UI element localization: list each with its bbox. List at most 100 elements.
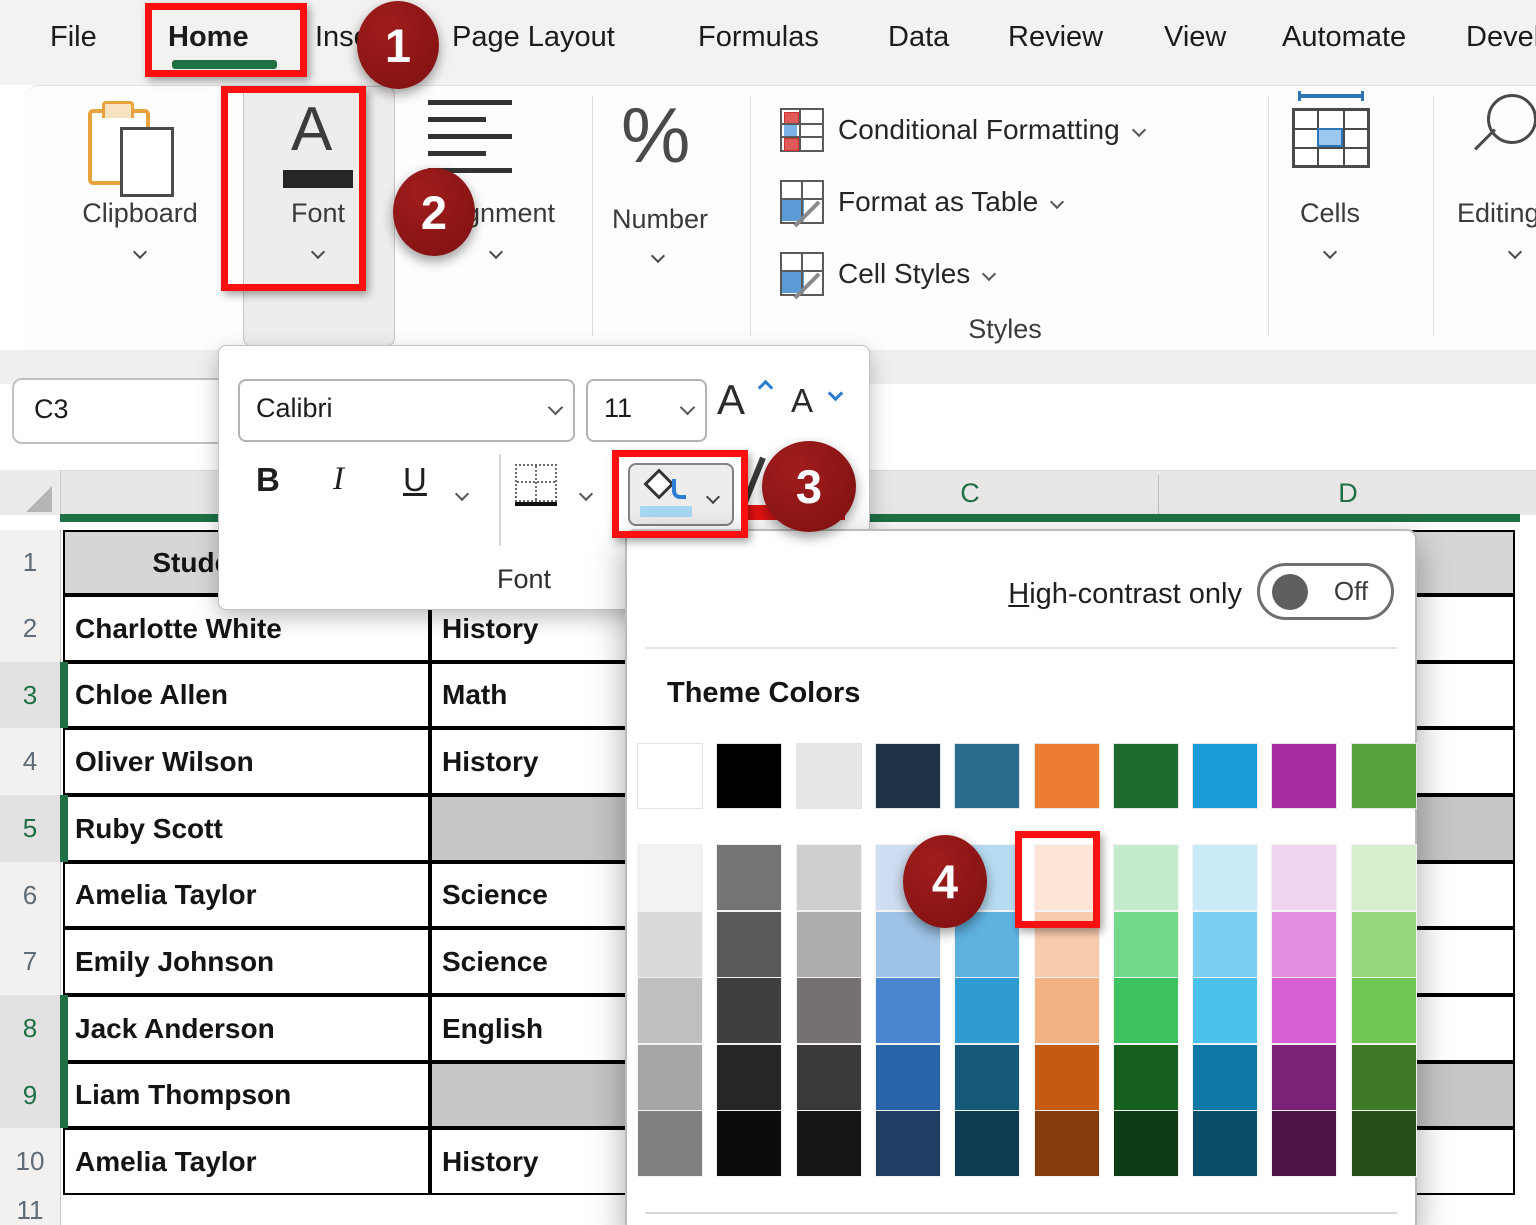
alignment-group-chevron[interactable] — [491, 244, 501, 262]
color-variant-swatch-r5-c3[interactable] — [797, 1111, 861, 1176]
color-variant-swatch-r4-c4[interactable] — [876, 1045, 940, 1110]
color-variant-swatch-r4-c3[interactable] — [797, 1045, 861, 1110]
tab-page-layout[interactable]: Page Layout — [452, 0, 615, 75]
color-variant-swatch-r4-c10[interactable] — [1352, 1045, 1416, 1110]
color-variant-swatch-r1-c3[interactable] — [797, 845, 861, 910]
borders-chevron[interactable] — [581, 486, 591, 504]
underline-button[interactable]: U — [403, 461, 427, 499]
cell-name-4[interactable]: Oliver Wilson — [63, 728, 430, 795]
tab-developer[interactable]: Developer — [1466, 0, 1536, 75]
color-variant-swatch-r4-c9[interactable] — [1272, 1045, 1336, 1110]
theme-color-swatch-1[interactable] — [638, 744, 702, 808]
cell-name-3[interactable]: Chloe Allen — [63, 662, 430, 728]
color-variant-swatch-r3-c1[interactable] — [638, 978, 702, 1043]
row-header-1[interactable]: 1 — [0, 530, 61, 596]
theme-color-swatch-10[interactable] — [1352, 744, 1416, 808]
theme-color-swatch-8[interactable] — [1193, 744, 1257, 808]
color-variant-swatch-r5-c8[interactable] — [1193, 1111, 1257, 1176]
color-variant-swatch-r3-c9[interactable] — [1272, 978, 1336, 1043]
clipboard-group-chevron[interactable] — [135, 244, 145, 262]
tab-data[interactable]: Data — [888, 0, 949, 75]
cells-group-chevron[interactable] — [1325, 244, 1335, 262]
color-variant-swatch-r1-c1[interactable] — [638, 845, 702, 910]
color-variant-swatch-r4-c7[interactable] — [1114, 1045, 1178, 1110]
theme-color-swatch-7[interactable] — [1114, 744, 1178, 808]
theme-color-swatch-4[interactable] — [876, 744, 940, 808]
color-variant-swatch-r3-c4[interactable] — [876, 978, 940, 1043]
tab-view[interactable]: View — [1164, 0, 1226, 75]
row-header-11[interactable]: 11 — [0, 1195, 61, 1225]
styles-item-conditional-formatting[interactable]: Conditional Formatting — [780, 104, 1144, 156]
high-contrast-toggle[interactable]: Off — [1257, 563, 1394, 620]
row-header-2[interactable]: 2 — [0, 595, 61, 663]
color-variant-swatch-r2-c1[interactable] — [638, 912, 702, 977]
cell-name-5[interactable]: Ruby Scott — [63, 795, 430, 862]
color-variant-swatch-r2-c9[interactable] — [1272, 912, 1336, 977]
row-header-8[interactable]: 8 — [0, 995, 61, 1063]
editing-group-chevron[interactable] — [1510, 244, 1520, 262]
tab-formulas[interactable]: Formulas — [698, 0, 819, 75]
color-variant-swatch-r1-c2[interactable] — [717, 845, 781, 910]
number-group-chevron[interactable] — [653, 248, 663, 266]
color-variant-swatch-r5-c9[interactable] — [1272, 1111, 1336, 1176]
color-variant-swatch-r4-c8[interactable] — [1193, 1045, 1257, 1110]
color-variant-swatch-r5-c4[interactable] — [876, 1111, 940, 1176]
color-variant-swatch-r3-c10[interactable] — [1352, 978, 1416, 1043]
name-box[interactable]: C3 — [12, 378, 231, 444]
color-variant-swatch-r3-c7[interactable] — [1114, 978, 1178, 1043]
theme-color-swatch-6[interactable] — [1035, 744, 1099, 808]
row-header-4[interactable]: 4 — [0, 728, 61, 796]
underline-options-chevron[interactable] — [457, 486, 467, 504]
color-variant-swatch-r2-c8[interactable] — [1193, 912, 1257, 977]
column-header-d[interactable]: D — [1288, 471, 1408, 515]
cell-name-7[interactable]: Emily Johnson — [63, 928, 430, 995]
row-header-6[interactable]: 6 — [0, 862, 61, 929]
color-variant-swatch-r1-c7[interactable] — [1114, 845, 1178, 910]
color-variant-swatch-r2-c10[interactable] — [1352, 912, 1416, 977]
cell-name-6[interactable]: Amelia Taylor — [63, 862, 430, 928]
row-header-5[interactable]: 5 — [0, 795, 61, 863]
tab-review[interactable]: Review — [1008, 0, 1103, 75]
theme-color-swatch-9[interactable] — [1272, 744, 1336, 808]
theme-color-swatch-2[interactable] — [717, 744, 781, 808]
color-variant-swatch-r5-c1[interactable] — [638, 1111, 702, 1176]
color-variant-swatch-r3-c2[interactable] — [717, 978, 781, 1043]
italic-button[interactable]: I — [333, 461, 344, 498]
theme-color-swatch-5[interactable] — [955, 744, 1019, 808]
color-variant-swatch-r4-c5[interactable] — [955, 1045, 1019, 1110]
borders-button[interactable] — [515, 464, 561, 510]
styles-item-cell-styles[interactable]: Cell Styles — [780, 248, 994, 300]
color-variant-swatch-r1-c10[interactable] — [1352, 845, 1416, 910]
row-header-3[interactable]: 3 — [0, 662, 61, 729]
styles-item-format-as-table[interactable]: Format as Table — [780, 176, 1062, 228]
color-variant-swatch-r4-c6[interactable] — [1035, 1045, 1099, 1110]
color-variant-swatch-r3-c3[interactable] — [797, 978, 861, 1043]
color-variant-swatch-r5-c10[interactable] — [1352, 1111, 1416, 1176]
column-header-c[interactable]: C — [910, 471, 1030, 515]
color-variant-swatch-r3-c8[interactable] — [1193, 978, 1257, 1043]
decrease-font-size-button[interactable]: A — [791, 382, 847, 438]
font-size-combobox[interactable]: 11 — [586, 379, 707, 442]
theme-color-swatch-3[interactable] — [797, 744, 861, 808]
color-variant-swatch-r3-c5[interactable] — [955, 978, 1019, 1043]
cell-name-9[interactable]: Liam Thompson — [63, 1062, 430, 1128]
color-variant-swatch-r2-c7[interactable] — [1114, 912, 1178, 977]
color-variant-swatch-r4-c2[interactable] — [717, 1045, 781, 1110]
color-variant-swatch-r5-c6[interactable] — [1035, 1111, 1099, 1176]
color-variant-swatch-r5-c2[interactable] — [717, 1111, 781, 1176]
row-header-10[interactable]: 10 — [0, 1128, 61, 1196]
tab-automate[interactable]: Automate — [1282, 0, 1406, 75]
cell-name-10[interactable]: Amelia Taylor — [63, 1128, 430, 1195]
color-variant-swatch-r1-c9[interactable] — [1272, 845, 1336, 910]
tab-file[interactable]: File — [50, 0, 97, 75]
font-name-combobox[interactable]: Calibri — [238, 379, 575, 442]
color-variant-swatch-r2-c3[interactable] — [797, 912, 861, 977]
row-header-7[interactable]: 7 — [0, 928, 61, 996]
cell-name-8[interactable]: Jack Anderson — [63, 995, 430, 1062]
color-variant-swatch-r2-c2[interactable] — [717, 912, 781, 977]
color-variant-swatch-r3-c6[interactable] — [1035, 978, 1099, 1043]
color-variant-swatch-r1-c8[interactable] — [1193, 845, 1257, 910]
color-variant-swatch-r4-c1[interactable] — [638, 1045, 702, 1110]
bold-button[interactable]: B — [256, 461, 280, 499]
color-variant-swatch-r5-c5[interactable] — [955, 1111, 1019, 1176]
